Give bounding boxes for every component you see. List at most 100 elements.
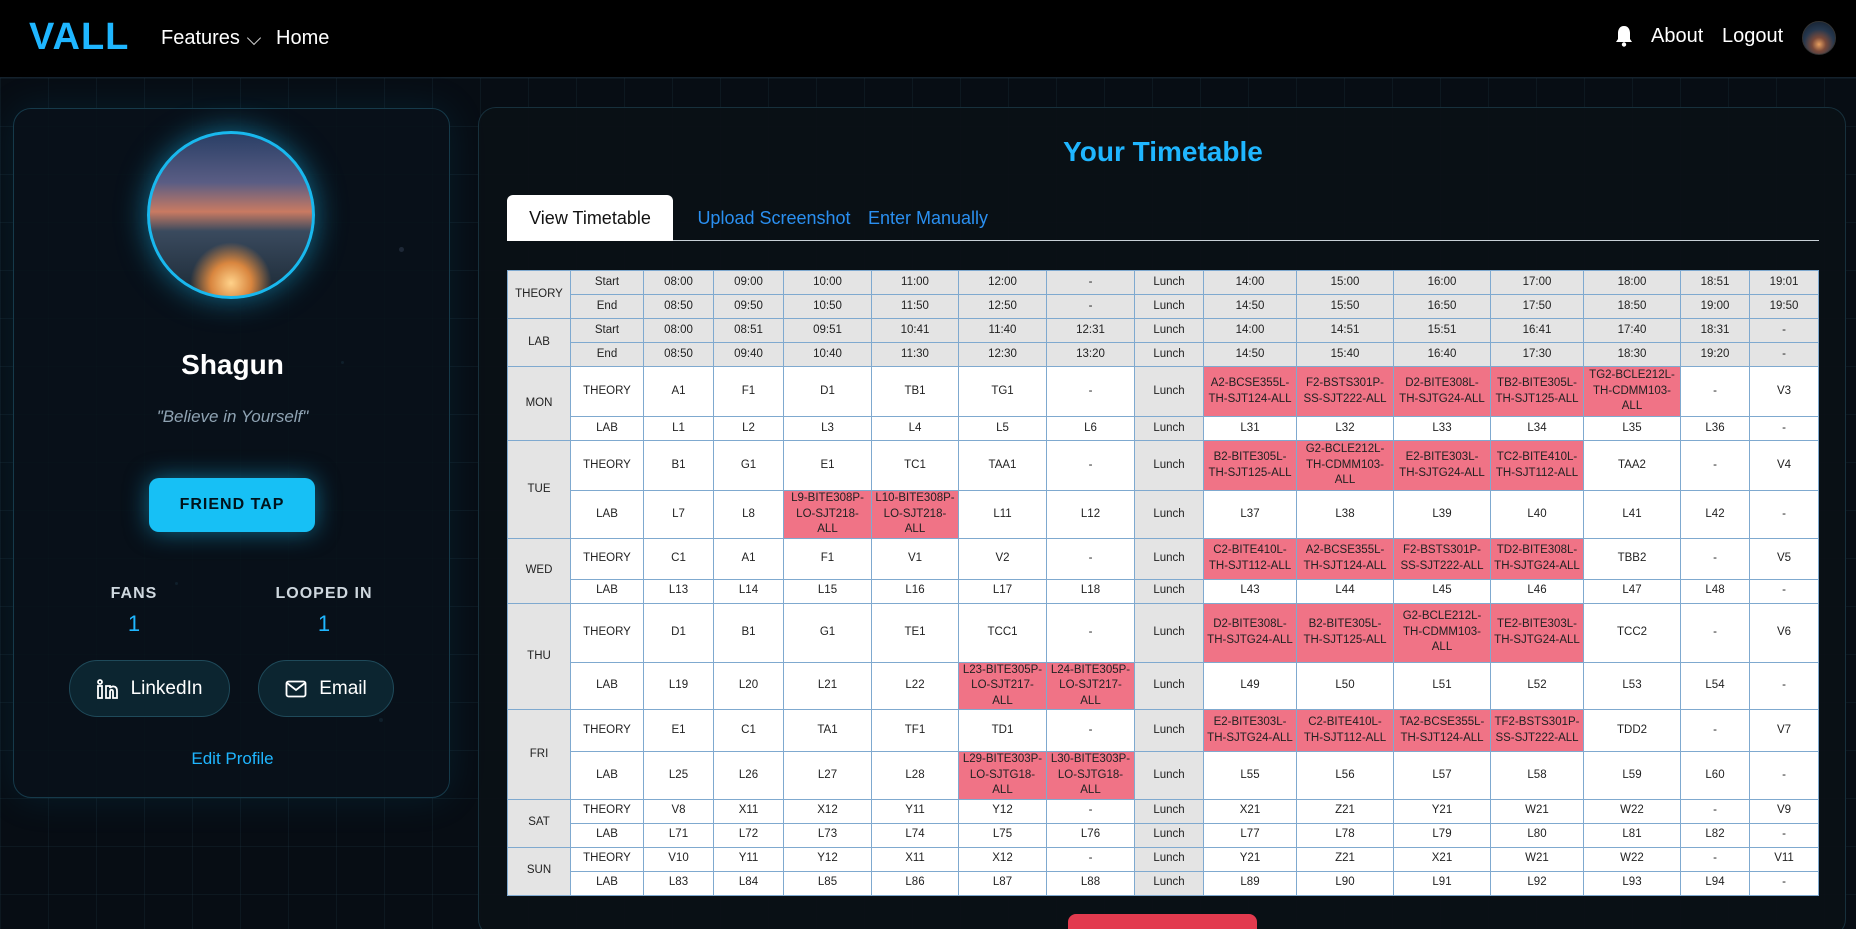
selected-slot-cell[interactable]: TC2-BITE410L-TH-SJT112-ALL — [1490, 440, 1584, 491]
slot-cell[interactable]: L79 — [1393, 822, 1491, 848]
slot-cell[interactable]: L78 — [1296, 822, 1394, 848]
slot-cell[interactable]: C1 — [713, 709, 784, 753]
slot-cell[interactable]: TCC2 — [1583, 602, 1681, 663]
selected-slot-cell[interactable]: TA2-BCSE355L-TH-SJT124-ALL — [1393, 709, 1491, 753]
slot-cell[interactable]: L90 — [1296, 870, 1394, 896]
slot-cell[interactable]: L54 — [1680, 661, 1750, 711]
slot-cell[interactable]: L35 — [1583, 416, 1681, 441]
slot-cell[interactable]: F1 — [783, 537, 872, 580]
slot-cell[interactable]: - — [1046, 846, 1135, 872]
slot-cell[interactable]: - — [1680, 440, 1750, 491]
slot-cell[interactable]: L87 — [958, 870, 1047, 896]
slot-cell[interactable]: TAA2 — [1583, 440, 1681, 491]
friend-tap-button[interactable]: FRIEND TAP — [149, 478, 315, 532]
selected-slot-cell[interactable]: G2-BCLE212L-TH-CDMM103-ALL — [1393, 602, 1491, 663]
slot-cell[interactable]: L18 — [1046, 578, 1135, 604]
nav-features[interactable]: Features — [161, 27, 240, 50]
slot-cell[interactable]: L60 — [1680, 751, 1750, 800]
slot-cell[interactable]: TA1 — [783, 709, 872, 753]
slot-cell[interactable]: L13 — [643, 578, 714, 604]
slot-cell[interactable]: L11 — [958, 490, 1047, 539]
slot-cell[interactable]: L43 — [1203, 578, 1297, 604]
slot-cell[interactable]: X21 — [1203, 798, 1297, 824]
slot-cell[interactable]: TF1 — [871, 709, 959, 753]
slot-cell[interactable]: W21 — [1490, 846, 1584, 872]
linkedin-button[interactable]: LinkedIn — [69, 660, 230, 717]
slot-cell[interactable]: L37 — [1203, 490, 1297, 539]
slot-cell[interactable]: - — [1046, 709, 1135, 753]
slot-cell[interactable]: L89 — [1203, 870, 1297, 896]
selected-slot-cell[interactable]: B2-BITE305L-TH-SJT125-ALL — [1296, 602, 1394, 663]
slot-cell[interactable]: - — [1680, 366, 1750, 417]
slot-cell[interactable]: E1 — [783, 440, 872, 491]
edit-profile-link[interactable]: Edit Profile — [14, 749, 451, 769]
selected-slot-cell[interactable]: L29-BITE303P-LO-SJTG18-ALL — [958, 751, 1047, 800]
slot-cell[interactable]: L75 — [958, 822, 1047, 848]
slot-cell[interactable]: L27 — [783, 751, 872, 800]
slot-cell[interactable]: D1 — [783, 366, 872, 417]
slot-cell[interactable]: V9 — [1749, 798, 1819, 824]
nav-home[interactable]: Home — [276, 27, 329, 50]
slot-cell[interactable]: L33 — [1393, 416, 1491, 441]
slot-cell[interactable]: Y12 — [958, 798, 1047, 824]
selected-slot-cell[interactable]: E2-BITE303L-TH-SJTG24-ALL — [1393, 440, 1491, 491]
slot-cell[interactable]: L25 — [643, 751, 714, 800]
selected-slot-cell[interactable]: TE2-BITE303L-TH-SJTG24-ALL — [1490, 602, 1584, 663]
slot-cell[interactable]: G1 — [783, 602, 872, 663]
app-logo[interactable]: VALL — [29, 16, 129, 59]
slot-cell[interactable]: TD1 — [958, 709, 1047, 753]
slot-cell[interactable]: - — [1680, 602, 1750, 663]
slot-cell[interactable]: TDD2 — [1583, 709, 1681, 753]
slot-cell[interactable]: - — [1749, 490, 1819, 539]
slot-cell[interactable]: L28 — [871, 751, 959, 800]
slot-cell[interactable]: A1 — [713, 537, 784, 580]
slot-cell[interactable]: L7 — [643, 490, 714, 539]
slot-cell[interactable]: G1 — [713, 440, 784, 491]
slot-cell[interactable]: - — [1680, 709, 1750, 753]
selected-slot-cell[interactable]: F2-BSTS301P-SS-SJT222-ALL — [1296, 366, 1394, 417]
slot-cell[interactable]: - — [1680, 537, 1750, 580]
selected-slot-cell[interactable]: L23-BITE305P-LO-SJT217-ALL — [958, 661, 1047, 711]
slot-cell[interactable]: Y21 — [1203, 846, 1297, 872]
selected-slot-cell[interactable]: C2-BITE410L-TH-SJT112-ALL — [1296, 709, 1394, 753]
slot-cell[interactable]: - — [1046, 602, 1135, 663]
selected-slot-cell[interactable]: L30-BITE303P-LO-SJTG18-ALL — [1046, 751, 1135, 800]
slot-cell[interactable]: L38 — [1296, 490, 1394, 539]
slot-cell[interactable]: V10 — [643, 846, 714, 872]
slot-cell[interactable]: - — [1749, 822, 1819, 848]
slot-cell[interactable]: L72 — [713, 822, 784, 848]
slot-cell[interactable]: V5 — [1749, 537, 1819, 580]
slot-cell[interactable]: V8 — [643, 798, 714, 824]
slot-cell[interactable]: L39 — [1393, 490, 1491, 539]
slot-cell[interactable]: V3 — [1749, 366, 1819, 417]
selected-slot-cell[interactable]: A2-BCSE355L-TH-SJT124-ALL — [1203, 366, 1297, 417]
slot-cell[interactable]: L36 — [1680, 416, 1750, 441]
slot-cell[interactable]: L1 — [643, 416, 714, 441]
slot-cell[interactable]: TCC1 — [958, 602, 1047, 663]
slot-cell[interactable]: L4 — [871, 416, 959, 441]
selected-slot-cell[interactable]: C2-BITE410L-TH-SJT112-ALL — [1203, 537, 1297, 580]
slot-cell[interactable]: L8 — [713, 490, 784, 539]
selected-slot-cell[interactable]: D2-BITE308L-TH-SJTG24-ALL — [1393, 366, 1491, 417]
slot-cell[interactable]: L31 — [1203, 416, 1297, 441]
slot-cell[interactable]: L49 — [1203, 661, 1297, 711]
action-button[interactable] — [1068, 914, 1257, 929]
selected-slot-cell[interactable]: L24-BITE305P-LO-SJT217-ALL — [1046, 661, 1135, 711]
slot-cell[interactable]: L50 — [1296, 661, 1394, 711]
slot-cell[interactable]: L42 — [1680, 490, 1750, 539]
nav-about[interactable]: About — [1651, 25, 1703, 48]
selected-slot-cell[interactable]: A2-BCSE355L-TH-SJT124-ALL — [1296, 537, 1394, 580]
slot-cell[interactable]: E1 — [643, 709, 714, 753]
selected-slot-cell[interactable]: D2-BITE308L-TH-SJTG24-ALL — [1203, 602, 1297, 663]
slot-cell[interactable]: L44 — [1296, 578, 1394, 604]
selected-slot-cell[interactable]: TD2-BITE308L-TH-SJTG24-ALL — [1490, 537, 1584, 580]
slot-cell[interactable]: L2 — [713, 416, 784, 441]
slot-cell[interactable]: L51 — [1393, 661, 1491, 711]
slot-cell[interactable]: - — [1749, 578, 1819, 604]
selected-slot-cell[interactable]: L10-BITE308P-LO-SJT218-ALL — [871, 490, 959, 539]
selected-slot-cell[interactable]: L9-BITE308P-LO-SJT218-ALL — [783, 490, 872, 539]
slot-cell[interactable]: L84 — [713, 870, 784, 896]
slot-cell[interactable]: W21 — [1490, 798, 1584, 824]
slot-cell[interactable]: - — [1680, 846, 1750, 872]
slot-cell[interactable]: A1 — [643, 366, 714, 417]
